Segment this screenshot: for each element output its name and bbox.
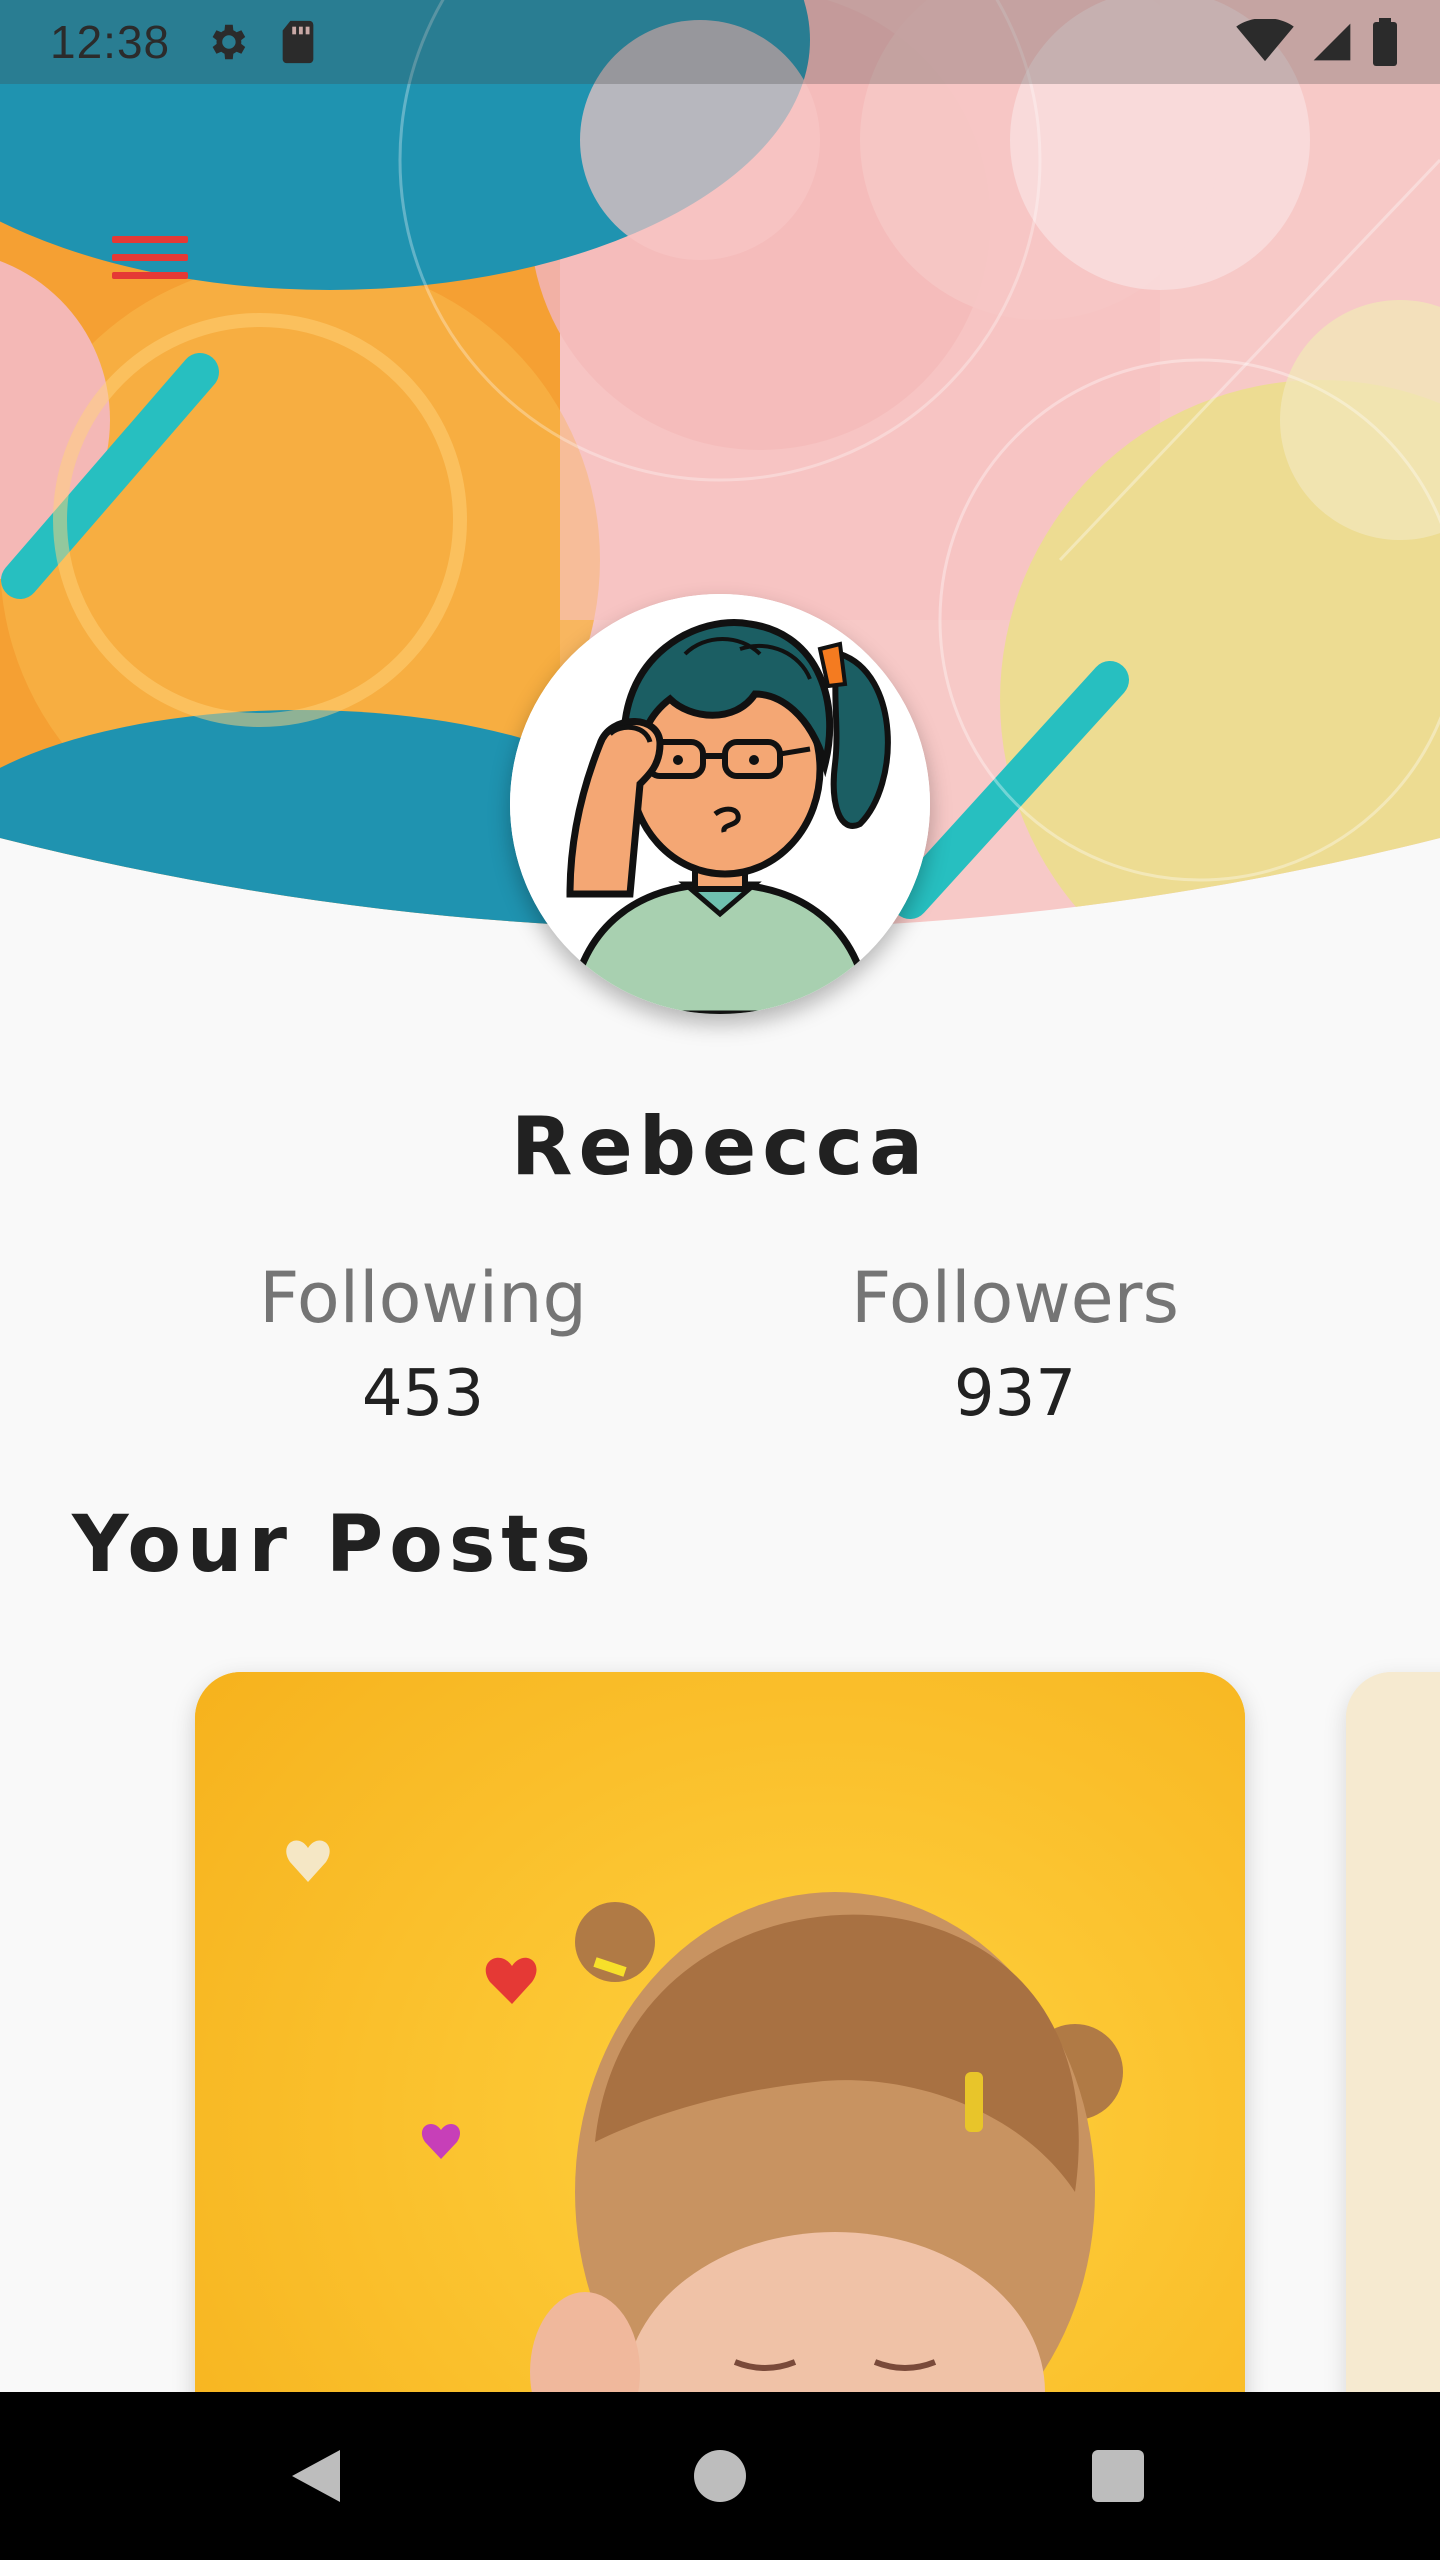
avatar[interactable] <box>510 594 930 1014</box>
wifi-icon <box>1236 19 1294 62</box>
status-time: 12:38 <box>50 16 171 68</box>
menu-line-middle <box>112 254 188 261</box>
gear-icon <box>212 24 246 60</box>
status-icons-left <box>204 19 318 65</box>
hamburger-menu-icon[interactable] <box>108 226 192 290</box>
status-bar: 12:38 <box>0 0 1440 84</box>
signal-icon <box>1313 23 1351 61</box>
followers-count: 937 <box>953 1357 1077 1431</box>
followers-stat[interactable]: Followers 937 <box>755 1250 1275 1442</box>
following-stat[interactable]: Following 453 <box>163 1250 683 1442</box>
status-icons-right <box>1236 18 1400 66</box>
profile-screen: 12:38 Rebecca Following 453 Followers 93… <box>0 0 1440 2560</box>
following-count: 453 <box>361 1357 485 1431</box>
posts-section-title: Your Posts <box>72 1500 597 1590</box>
battery-icon <box>1373 18 1397 66</box>
avatar-illustration <box>510 594 930 1014</box>
back-icon[interactable] <box>278 2436 358 2516</box>
recents-icon[interactable] <box>1078 2436 1158 2516</box>
followers-label: Followers <box>851 1257 1179 1339</box>
following-label: Following <box>259 1257 587 1339</box>
sd-card-icon <box>282 20 314 64</box>
menu-line-top <box>112 236 188 243</box>
profile-name: Rebecca <box>510 1100 930 1193</box>
navigation-bar <box>0 2392 1440 2560</box>
menu-line-bottom <box>112 272 188 279</box>
home-icon[interactable] <box>680 2436 760 2516</box>
